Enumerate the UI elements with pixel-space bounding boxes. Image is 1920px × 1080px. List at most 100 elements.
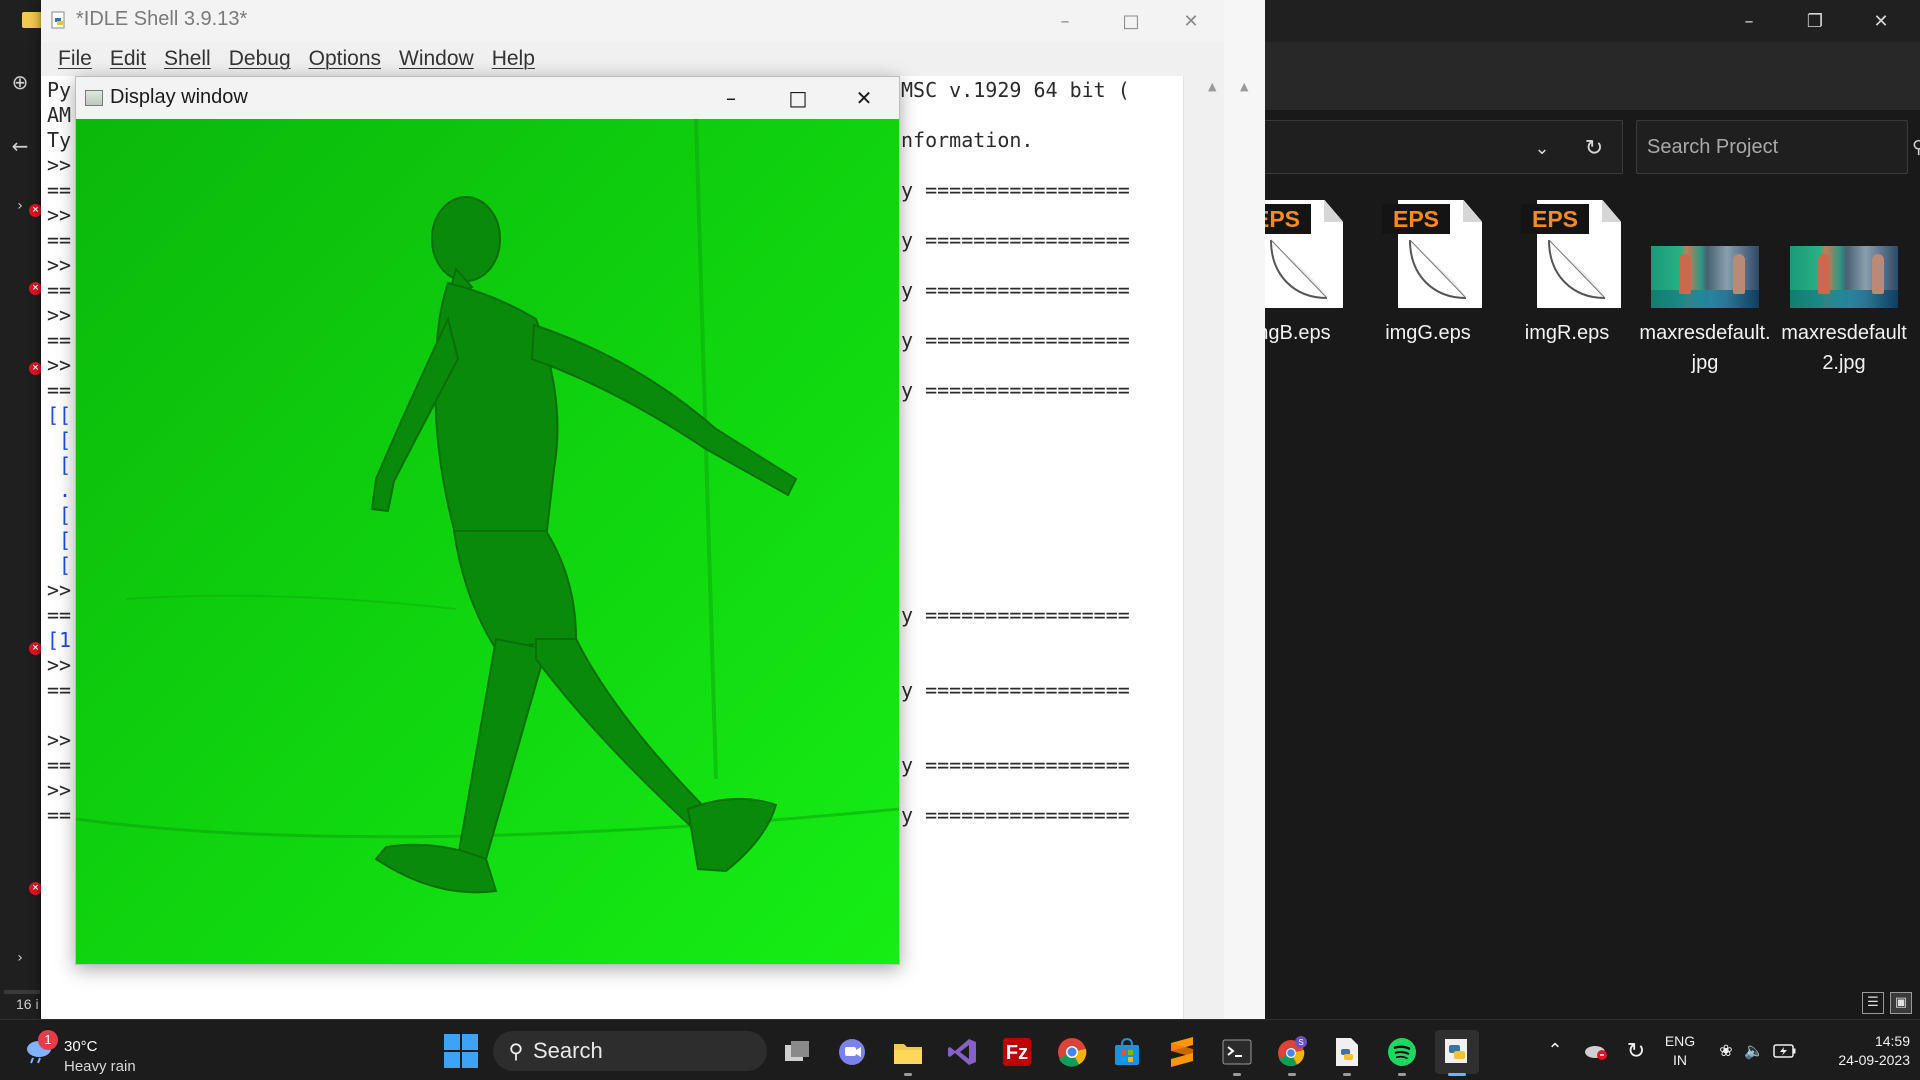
shell-line-prefix: . [47, 478, 72, 502]
file-item-maxresdefault2[interactable]: maxresdefault2.jpg [1777, 196, 1911, 378]
shell-line-tail: y ================= [901, 328, 1130, 352]
taskbar: 1 30°C Heavy rain ⚲ Search Fz S ⌃ ↻ ENG … [0, 1019, 1920, 1080]
back-arrow-icon[interactable]: ← [0, 134, 40, 158]
shell-line-tail: y ================= [901, 603, 1130, 627]
scroll-up-icon[interactable]: ▲ [1208, 80, 1216, 93]
close-button[interactable]: ✕ [831, 77, 897, 119]
menu-debug[interactable]: Debug [220, 47, 300, 71]
show-hidden-icons-chevron-icon[interactable]: ⌃ [1540, 1020, 1570, 1080]
scroll-up-icon[interactable]: ▲ [1240, 80, 1248, 93]
chrome-icon[interactable] [1050, 1030, 1094, 1074]
file-item-imgG[interactable]: EPS imgG.eps [1361, 196, 1495, 348]
shell-line-prefix: == [47, 278, 72, 302]
shell-line-prefix: >> [47, 653, 72, 677]
battery-icon[interactable] [1770, 1020, 1800, 1080]
shell-line-tail: y ================= [901, 278, 1130, 302]
expand-chevron-icon[interactable]: › [0, 950, 40, 966]
task-view-icon[interactable] [776, 1030, 820, 1074]
shell-line-prefix: [1 [47, 628, 72, 652]
python-file-icon[interactable] [1325, 1030, 1369, 1076]
weather-widget[interactable]: 1 30°C Heavy rain [20, 1030, 160, 1075]
file-name: maxresdefault2.jpg [1781, 322, 1907, 374]
menu-shell[interactable]: Shell [155, 47, 220, 71]
refresh-icon[interactable]: ↻ [1572, 130, 1616, 166]
visual-studio-icon[interactable] [940, 1030, 984, 1074]
menu-window[interactable]: Window [390, 47, 483, 71]
menu-help[interactable]: Help [483, 47, 544, 71]
display-titlebar: Display window – □ ✕ [76, 77, 899, 119]
jpg-thumbnail [1649, 196, 1761, 312]
wifi-icon[interactable]: ❀ [1712, 1020, 1740, 1080]
shell-line-prefix: == [47, 678, 72, 702]
shell-line-prefix: >> [47, 728, 72, 752]
idle-titlebar: *IDLE Shell 3.9.13* – □ ✕ [41, 0, 1224, 42]
shell-line-prefix: >> [47, 353, 72, 377]
file-item-imgR[interactable]: EPS imgR.eps [1500, 196, 1634, 348]
details-view-icon[interactable]: ☰ [1862, 992, 1884, 1014]
shell-line-prefix: >> [47, 203, 72, 227]
shell-line-prefix: >> [47, 303, 72, 327]
close-button[interactable]: ✕ [1158, 0, 1224, 42]
menu-edit[interactable]: Edit [101, 47, 155, 71]
window-icon [85, 90, 103, 106]
input-language-indicator[interactable]: ENG IN [1660, 1032, 1700, 1070]
system-clock[interactable]: 14:59 24-09-2023 [1806, 1032, 1910, 1070]
shell-line-tail: MSC v.1929 64 bit ( [901, 78, 1130, 102]
file-explorer-icon[interactable] [886, 1030, 930, 1076]
search-box[interactable]: ⚲ [1636, 120, 1920, 174]
filezilla-icon[interactable]: Fz [995, 1030, 1039, 1074]
explorer-nav-strip: ⊕ ← › × × × × × › 16 i [0, 42, 42, 1019]
minimize-button[interactable]: – [1716, 0, 1782, 42]
image-canvas[interactable] [76, 119, 899, 964]
menu-options[interactable]: Options [300, 47, 390, 71]
weather-temperature: 30°C [64, 1038, 98, 1055]
green-channel-image [76, 119, 899, 964]
shell-line-prefix: >> [47, 253, 72, 277]
shell-line-prefix: == [47, 803, 72, 827]
taskbar-search-label: Search [533, 1038, 603, 1063]
minimize-button[interactable]: – [698, 77, 764, 119]
sync-icon[interactable]: ↻ [1620, 1020, 1652, 1080]
shell-line-prefix: == [47, 378, 72, 402]
window-title: *IDLE Shell 3.9.13* [76, 8, 248, 30]
tiles-view-icon[interactable]: ▣ [1890, 992, 1912, 1014]
new-item-icon[interactable]: ⊕ [0, 70, 40, 94]
chrome-profile-icon[interactable]: S [1270, 1030, 1314, 1076]
ms-store-icon[interactable] [1105, 1030, 1149, 1074]
sublime-text-icon[interactable] [1160, 1030, 1204, 1074]
shell-line-tail: y ================= [901, 378, 1130, 402]
restore-button[interactable]: ❐ [1782, 0, 1848, 42]
search-icon[interactable]: ⚲ [1912, 137, 1920, 158]
maximize-button[interactable]: □ [765, 77, 831, 119]
terminal-icon[interactable] [1215, 1030, 1259, 1076]
vertical-scrollbar[interactable]: ▲ [1183, 76, 1224, 1019]
shell-line-prefix: [ [47, 453, 72, 477]
maximize-button[interactable]: □ [1098, 0, 1164, 42]
shell-line-tail: y ================= [901, 803, 1130, 827]
search-input[interactable] [1647, 135, 1912, 159]
shell-line-prefix: [ [47, 503, 72, 527]
python-idle-icon[interactable] [1435, 1030, 1479, 1076]
file-item-maxresdefault[interactable]: maxresdefault.jpg [1638, 196, 1772, 378]
shell-line-prefix: == [47, 603, 72, 627]
shell-line-prefix: Ty [47, 128, 72, 152]
menu-file[interactable]: File [49, 47, 101, 71]
shell-line-prefix: [[ [47, 403, 72, 427]
minimize-button[interactable]: – [1032, 0, 1098, 42]
separator [4, 990, 40, 994]
teams-meet-icon[interactable] [830, 1030, 874, 1074]
eps-file-icon: EPS [1511, 196, 1623, 312]
shell-line-prefix: [ [47, 528, 72, 552]
speaker-icon[interactable]: 🔈 [1740, 1020, 1768, 1080]
shell-line-tail: nformation. [901, 128, 1034, 152]
taskbar-search[interactable]: ⚲ Search [493, 1031, 767, 1071]
shell-line-prefix: >> [47, 578, 72, 602]
spotify-icon[interactable] [1380, 1030, 1424, 1076]
python-document-icon [51, 11, 65, 29]
close-button[interactable]: ✕ [1848, 0, 1914, 42]
onedrive-error-icon[interactable] [1580, 1020, 1612, 1080]
shell-line-prefix: AM [47, 103, 72, 127]
address-history-chevron-icon[interactable]: ⌄ [1520, 130, 1564, 166]
shell-line-prefix: == [47, 328, 72, 352]
start-button[interactable] [444, 1034, 478, 1068]
